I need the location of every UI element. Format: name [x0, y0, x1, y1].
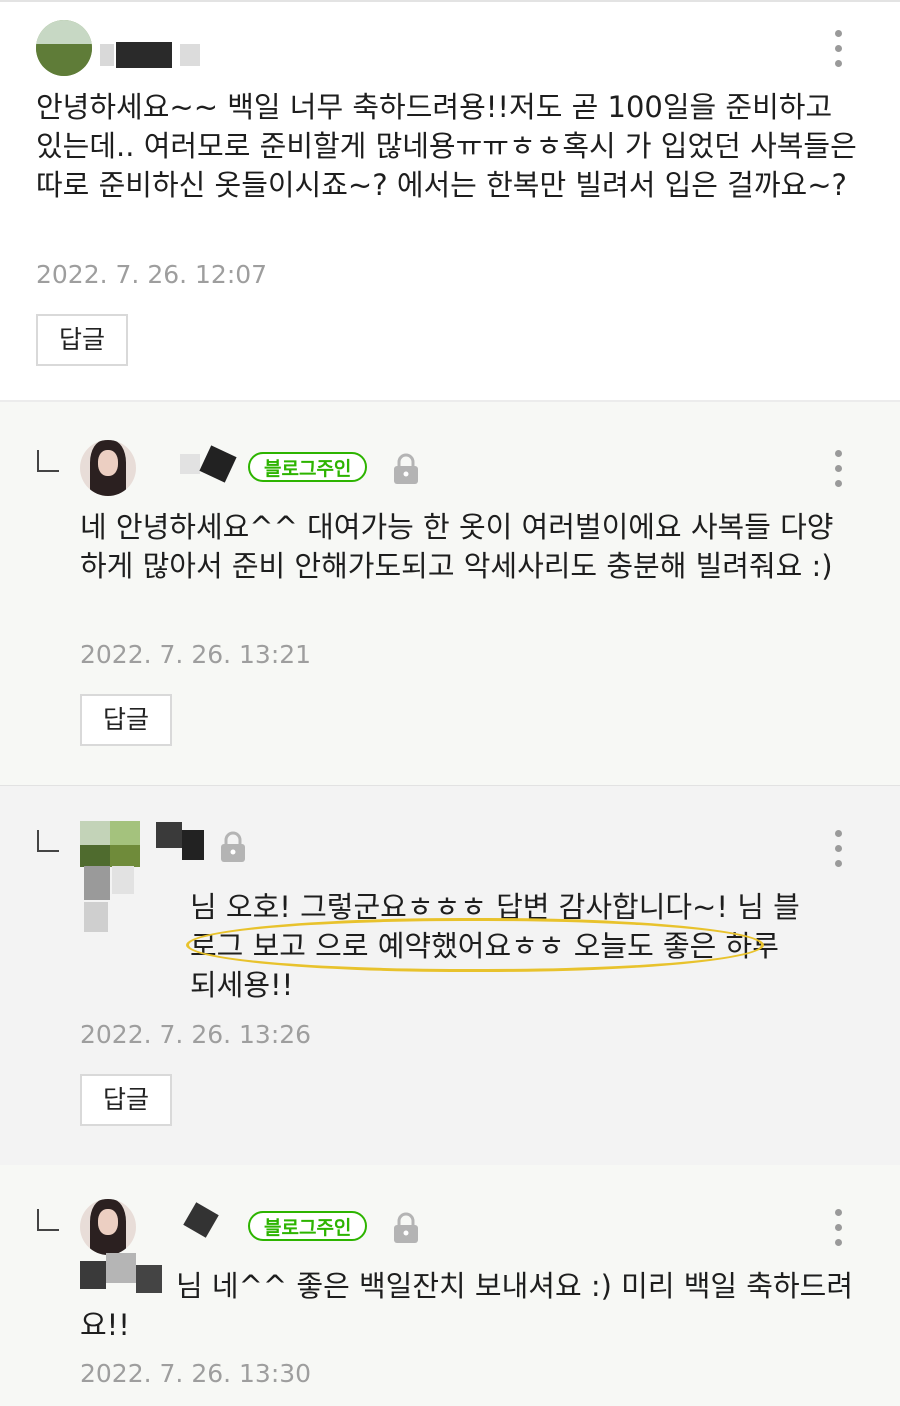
lock-icon	[221, 831, 245, 862]
lock-icon	[394, 453, 418, 484]
comment-1: 안녕하세요~~ 백일 너무 축하드려용!!저도 곧 100일을 준비하고 있는데…	[0, 0, 900, 402]
author-name-redacted	[180, 445, 244, 483]
blog-owner-badge: 블로그주인	[248, 452, 368, 482]
reply-arrow-icon	[37, 450, 59, 472]
mention-redacted	[84, 866, 184, 936]
more-options-icon[interactable]	[833, 1209, 843, 1249]
lock-icon	[394, 1212, 418, 1243]
comment-3: 님 오호! 그렇군요ㅎㅎㅎ 답변 감사합니다~! 님 블로그 보고 으로 예약했…	[0, 785, 900, 1166]
comment-date: 2022. 7. 26. 12:07	[36, 260, 268, 289]
avatar[interactable]	[80, 1199, 136, 1255]
comment-date: 2022. 7. 26. 13:21	[80, 640, 312, 669]
avatar[interactable]	[80, 440, 136, 496]
reply-arrow-icon	[37, 830, 59, 852]
avatar[interactable]	[36, 20, 92, 76]
reply-arrow-icon	[37, 1209, 59, 1231]
comment-text: 안녕하세요~~ 백일 너무 축하드려용!!저도 곧 100일을 준비하고 있는데…	[36, 90, 857, 202]
reply-button[interactable]: 답글	[80, 1074, 172, 1126]
comment-2: 블로그주인 네 안녕하세요^^ 대여가능 한 옷이 여러벌이에요 사복들 다양하…	[0, 400, 900, 787]
comment-text: 님 네^^ 좋은 백일잔치 보내셔요 :) 미리 백일 축하드려요!!	[80, 1269, 854, 1342]
highlight-annotation	[186, 918, 764, 972]
comment-text: 네 안녕하세요^^ 대여가능 한 옷이 여러벌이에요 사복들 다양하게 많아서 …	[80, 510, 834, 583]
more-options-icon[interactable]	[833, 30, 843, 70]
blog-owner-badge: 블로그주인	[248, 1211, 368, 1241]
reply-button[interactable]: 답글	[80, 694, 172, 746]
author-name-redacted	[180, 1202, 244, 1239]
comment-date: 2022. 7. 26. 13:30	[80, 1359, 312, 1388]
author-name-redacted	[156, 822, 206, 872]
author-name-redacted	[100, 42, 200, 68]
more-options-icon[interactable]	[833, 450, 843, 490]
more-options-icon[interactable]	[833, 830, 843, 870]
reply-button[interactable]: 답글	[36, 314, 128, 366]
comment-date: 2022. 7. 26. 13:26	[80, 1020, 312, 1049]
comment-4: 블로그주인 님 네^^ 좋은 백일잔치 보내셔요 :) 미리 백일 축하드려요!…	[0, 1165, 900, 1406]
